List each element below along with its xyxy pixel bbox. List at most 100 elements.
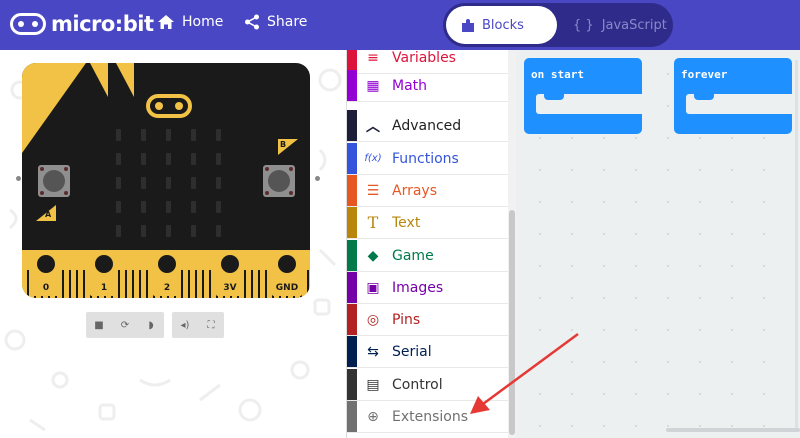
toolbox-category-game[interactable]: ◆ Game bbox=[347, 240, 509, 272]
board-stripe bbox=[90, 63, 108, 97]
javascript-label: JavaScript bbox=[601, 17, 667, 33]
function-icon: f(x) bbox=[364, 153, 382, 164]
led bbox=[116, 129, 121, 141]
led bbox=[191, 129, 196, 141]
microbit-logo-icon bbox=[10, 13, 46, 35]
pin-label: GND bbox=[275, 283, 299, 293]
pins-icon: ◎ bbox=[366, 311, 380, 328]
led bbox=[141, 129, 146, 141]
led bbox=[216, 201, 221, 213]
category-label: Advanced bbox=[392, 117, 462, 134]
led bbox=[141, 201, 146, 213]
led bbox=[141, 225, 146, 237]
workspace-horizontal-scrollbar[interactable] bbox=[666, 428, 800, 432]
usb-icon: ⇆ bbox=[367, 343, 379, 360]
snail-icon: ◗ bbox=[148, 319, 154, 331]
board-corner-decoration bbox=[22, 63, 86, 153]
toolbox-category-control[interactable]: ▤ Control bbox=[347, 369, 509, 401]
on-start-label: on start bbox=[531, 68, 584, 81]
led bbox=[141, 177, 146, 189]
calculator-icon: ▦ bbox=[366, 77, 380, 94]
top-bar: micro:bit Home Share Blocks { } JavaScri… bbox=[0, 0, 800, 50]
button-a[interactable] bbox=[38, 165, 70, 197]
pin-0[interactable]: 0 bbox=[32, 250, 60, 296]
board-side-dot bbox=[16, 176, 21, 181]
workspace-vertical-scrollbar[interactable] bbox=[795, 60, 798, 430]
led bbox=[216, 153, 221, 165]
category-label: Game bbox=[392, 247, 434, 264]
pin-label: 3V bbox=[223, 283, 237, 293]
led bbox=[166, 129, 171, 141]
stop-icon: ■ bbox=[94, 319, 104, 331]
led bbox=[191, 177, 196, 189]
pin-label: 2 bbox=[163, 283, 171, 293]
led bbox=[166, 153, 171, 165]
led bbox=[116, 201, 121, 213]
pin-label: 0 bbox=[42, 283, 50, 293]
toolbox-category-arrays[interactable]: ☰ Arrays bbox=[347, 175, 509, 207]
list-icon: ☰ bbox=[366, 182, 380, 199]
microbit-board: A B 0 1 2 3V GND bbox=[22, 63, 310, 298]
chevron-up-icon: ︿ bbox=[366, 118, 380, 135]
puzzle-icon bbox=[462, 18, 474, 32]
microbit-logo[interactable]: micro:bit bbox=[10, 12, 154, 36]
led bbox=[191, 153, 196, 165]
pin-gnd[interactable]: GND bbox=[272, 250, 302, 296]
category-label: Math bbox=[392, 77, 428, 94]
share-label: Share bbox=[267, 14, 308, 30]
button-b-label: B bbox=[280, 140, 287, 149]
fullscreen-icon: ⛶ bbox=[207, 319, 215, 331]
speaker-icon: ◂) bbox=[180, 319, 190, 331]
blocks-workspace[interactable]: on start forever bbox=[516, 50, 800, 438]
board-stripe bbox=[116, 63, 134, 97]
toolbox-category-images[interactable]: ▣ Images bbox=[347, 272, 509, 304]
toolbox-category-extensions[interactable]: ⊕ Extensions bbox=[347, 401, 509, 433]
editor-toggle: Blocks { } JavaScript bbox=[443, 3, 673, 47]
control-icon: ▤ bbox=[366, 376, 380, 393]
mute-button[interactable]: ◂) bbox=[172, 312, 198, 338]
logo-text: micro:bit bbox=[51, 12, 154, 36]
text-icon: T bbox=[367, 213, 379, 232]
fullscreen-button[interactable]: ⛶ bbox=[198, 312, 224, 338]
share-button[interactable]: Share bbox=[244, 14, 307, 30]
toolbox-category-serial[interactable]: ⇆ Serial bbox=[347, 336, 509, 368]
toolbox-category-math[interactable]: ▦ Math bbox=[347, 70, 509, 102]
blocks-tab[interactable]: Blocks bbox=[446, 6, 557, 44]
simulator-controls: ■ ⟳ ◗ ◂) ⛶ bbox=[86, 312, 224, 338]
variables-icon: ≡ bbox=[367, 50, 379, 66]
on-start-block[interactable]: on start bbox=[524, 58, 642, 134]
category-label: Control bbox=[392, 376, 443, 393]
stop-button[interactable]: ■ bbox=[86, 312, 112, 338]
toolbox-category-text[interactable]: T Text bbox=[347, 207, 509, 239]
category-label: Extensions bbox=[392, 408, 469, 425]
home-button[interactable]: Home bbox=[157, 14, 223, 30]
home-label: Home bbox=[182, 14, 224, 30]
javascript-tab[interactable]: { } JavaScript bbox=[573, 6, 667, 44]
toolbox-category-pins[interactable]: ◎ Pins bbox=[347, 304, 509, 336]
led bbox=[166, 201, 171, 213]
category-label: Text bbox=[392, 214, 421, 231]
button-b[interactable] bbox=[263, 165, 295, 197]
pin-label: 1 bbox=[100, 283, 108, 293]
toolbox-panel: ≡ Variables ▦ Math ︿ Advanced f(x) Funct… bbox=[346, 50, 516, 438]
share-icon bbox=[245, 14, 259, 30]
led bbox=[166, 225, 171, 237]
toolbox-scrollbar[interactable] bbox=[508, 50, 516, 438]
slow-motion-button[interactable]: ◗ bbox=[138, 312, 164, 338]
toolbox-category-functions[interactable]: f(x) Functions bbox=[347, 143, 509, 175]
led bbox=[216, 177, 221, 189]
toolbox-category-advanced[interactable]: ︿ Advanced bbox=[347, 110, 509, 142]
led bbox=[191, 201, 196, 213]
restart-button[interactable]: ⟳ bbox=[112, 312, 138, 338]
category-label: Serial bbox=[392, 343, 432, 360]
pin-1[interactable]: 1 bbox=[90, 250, 118, 296]
forever-block[interactable]: forever bbox=[674, 58, 792, 134]
led bbox=[191, 225, 196, 237]
pin-2[interactable]: 2 bbox=[153, 250, 181, 296]
home-icon bbox=[158, 15, 174, 29]
toolbox-scrollbar-thumb[interactable] bbox=[509, 210, 515, 435]
gamepad-icon: ◆ bbox=[367, 247, 379, 264]
pin-3v[interactable]: 3V bbox=[216, 250, 244, 296]
plus-circle-icon: ⊕ bbox=[367, 408, 379, 425]
category-label: Variables bbox=[392, 50, 456, 66]
